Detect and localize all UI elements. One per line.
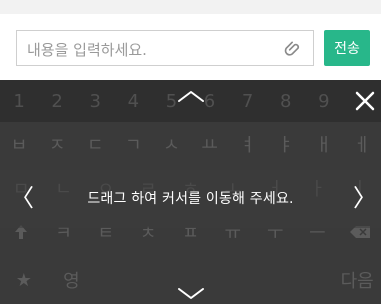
key-3[interactable]: 3 [76, 80, 114, 122]
close-icon-svg [355, 91, 375, 111]
close-icon[interactable] [352, 88, 378, 114]
key-b[interactable]: ㅂ [0, 122, 38, 166]
key-e[interactable]: ㅔ [343, 122, 381, 166]
top-status-strip [0, 0, 381, 14]
chevron-left-icon[interactable]: 〈 [10, 176, 34, 220]
key-s[interactable]: ㅅ [152, 122, 190, 166]
key-yo[interactable]: ㅛ [190, 122, 228, 166]
chevron-right-icon[interactable]: 〉 [353, 176, 377, 220]
key-d[interactable]: ㄷ [76, 122, 114, 166]
key-ya[interactable]: ㅑ [267, 122, 305, 166]
spacer-key-2[interactable] [286, 256, 334, 304]
spacebar-key[interactable] [143, 256, 286, 304]
spacer-key[interactable] [95, 256, 143, 304]
key-ae[interactable]: ㅐ [305, 122, 343, 166]
key-7[interactable]: 7 [229, 80, 267, 122]
next-key[interactable]: 다음 [333, 256, 381, 304]
consonant-row: ㅂ ㅈ ㄷ ㄱ ㅅ ㅛ ㅕ ㅑ ㅐ ㅔ [0, 122, 381, 166]
chevron-up-icon[interactable] [176, 86, 206, 106]
paperclip-icon[interactable] [283, 38, 303, 60]
message-input[interactable]: 내용을 입력하세요. [16, 30, 314, 66]
key-yeo[interactable]: ㅕ [229, 122, 267, 166]
key-j[interactable]: ㅈ [38, 122, 76, 166]
key-8[interactable]: 8 [267, 80, 305, 122]
key-9[interactable]: 9 [305, 80, 343, 122]
key-4[interactable]: 4 [114, 80, 152, 122]
key-1[interactable]: 1 [0, 80, 38, 122]
chevron-down-icon[interactable] [176, 284, 206, 304]
message-input-bar: 내용을 입력하세요. 전송 [0, 14, 381, 80]
key-g[interactable]: ㄱ [114, 122, 152, 166]
message-placeholder: 내용을 입력하세요. [27, 41, 147, 59]
key-2[interactable]: 2 [38, 80, 76, 122]
language-key[interactable]: 영 [48, 256, 96, 304]
star-key[interactable]: ★ [0, 256, 48, 304]
send-button[interactable]: 전송 [324, 30, 370, 66]
cursor-hint: 드래그 하여 커서를 이동해 주세요. [87, 191, 294, 207]
